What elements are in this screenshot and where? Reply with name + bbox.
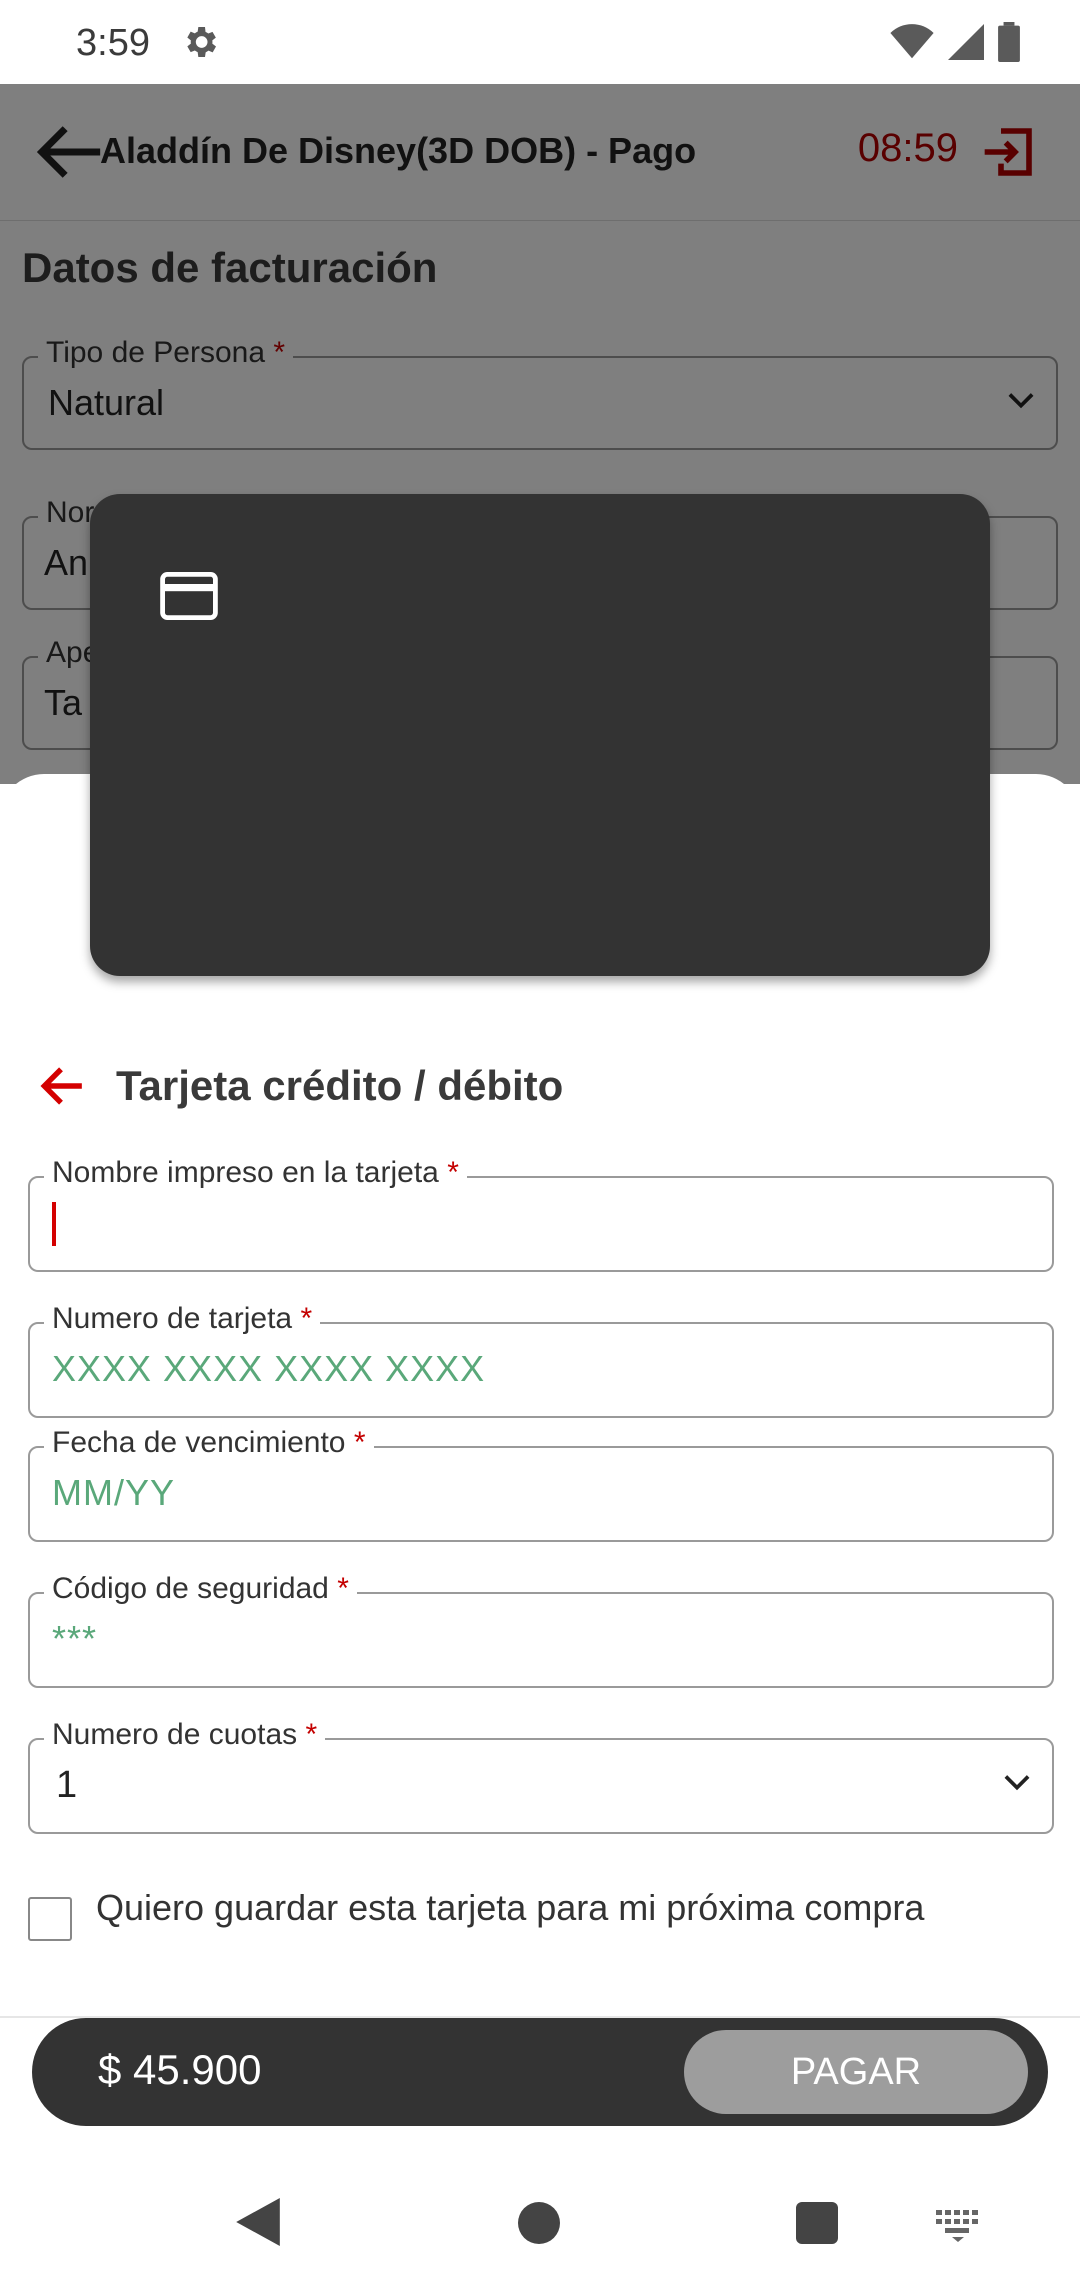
cvv-placeholder: *** — [52, 1618, 98, 1659]
card-preview — [90, 494, 990, 976]
card-name-input[interactable]: Nombre impreso en la tarjeta * — [28, 1156, 1054, 1272]
cvv-input[interactable]: Código de seguridad * *** — [28, 1572, 1054, 1688]
status-icons — [890, 22, 1020, 62]
chevron-down-icon — [1004, 1775, 1030, 1791]
credit-card-icon — [160, 572, 218, 620]
field-label: Numero de tarjeta * — [44, 1302, 321, 1336]
field-label: Fecha de vencimiento * — [44, 1426, 374, 1460]
card-number-input[interactable]: Numero de tarjeta * XXXX XXXX XXXX XXXX — [28, 1302, 1054, 1418]
status-bar: 3:59 — [0, 0, 1080, 84]
back-arrow-icon[interactable] — [36, 1062, 86, 1110]
nav-home-icon[interactable] — [518, 2202, 560, 2244]
text-cursor — [52, 1202, 56, 1246]
card-payment-sheet: Tarjeta crédito / débito Nombre impreso … — [0, 494, 1080, 2280]
keyboard-icon[interactable] — [936, 2210, 980, 2242]
settings-gear-icon — [187, 27, 216, 57]
system-nav-bar — [0, 2160, 1080, 2280]
installments-select[interactable]: Numero de cuotas * 1 — [28, 1718, 1054, 1834]
nav-back-icon[interactable] — [236, 2198, 280, 2246]
sheet-title: Tarjeta crédito / débito — [116, 1062, 564, 1109]
expiry-input[interactable]: Fecha de vencimiento * MM/YY — [28, 1426, 1054, 1542]
total-amount: $ 45.900 — [98, 2046, 262, 2093]
nav-recents-icon[interactable] — [796, 2202, 838, 2244]
save-card-checkbox[interactable] — [28, 1897, 72, 1941]
wifi-icon — [890, 24, 934, 59]
installments-value: 1 — [56, 1764, 78, 1806]
status-time: 3:59 — [76, 22, 150, 64]
pay-bar: $ 45.900 PAGAR — [32, 2018, 1048, 2126]
expiry-placeholder: MM/YY — [52, 1472, 176, 1513]
field-label: Nombre impreso en la tarjeta * — [44, 1156, 467, 1190]
battery-icon — [998, 22, 1020, 62]
card-number-placeholder: XXXX XXXX XXXX XXXX — [52, 1348, 486, 1389]
field-label: Código de seguridad * — [44, 1572, 357, 1606]
save-card-label[interactable]: Quiero guardar esta tarjeta para mi próx… — [96, 1886, 996, 1930]
pay-button[interactable]: PAGAR — [684, 2030, 1028, 2114]
field-label: Numero de cuotas * — [44, 1718, 326, 1752]
signal-icon — [948, 24, 984, 60]
